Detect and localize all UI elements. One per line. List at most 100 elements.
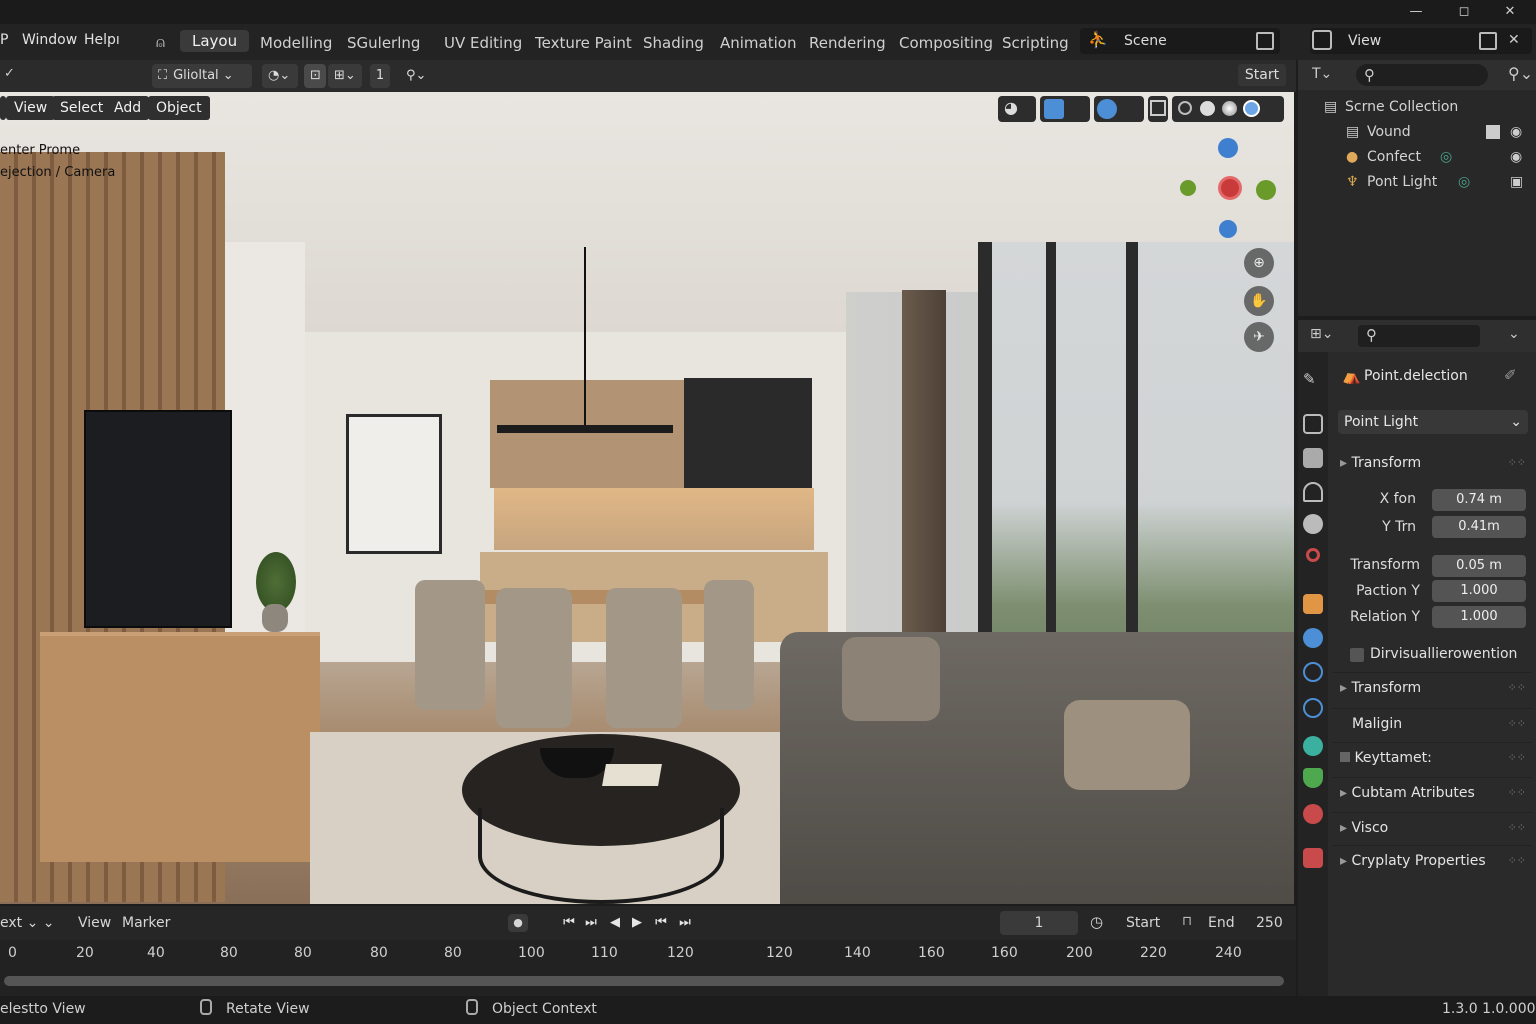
menu-window[interactable]: Window: [22, 32, 77, 48]
vp-menu-object[interactable]: Object: [148, 96, 210, 120]
snap-toggle[interactable]: ⊡: [304, 64, 326, 88]
view-layer-tab-icon[interactable]: [1303, 482, 1323, 502]
gizmo-y-axis[interactable]: [1256, 180, 1276, 200]
timeline-scrollbar[interactable]: [4, 976, 1284, 986]
tab-layout[interactable]: Layou: [180, 30, 250, 52]
jump-start-icon[interactable]: ⏮: [560, 914, 578, 932]
new-scene-icon[interactable]: [1256, 32, 1274, 50]
section-custom-properties[interactable]: ▸ Cryplaty Properties ⁘⁘: [1332, 845, 1532, 875]
prop-field-transform[interactable]: 0.05 m: [1432, 555, 1526, 577]
visibility-eye-icon[interactable]: ◉: [1510, 120, 1522, 145]
app-logo-icon[interactable]: ⁠P: [0, 32, 8, 48]
checkbox-icon[interactable]: [1340, 752, 1350, 762]
prop-field-relation[interactable]: 1.000: [1432, 606, 1526, 628]
render-tab-icon[interactable]: [1303, 414, 1323, 434]
tab-rendering[interactable]: Rendering: [807, 34, 888, 52]
outliner-row-pont-light[interactable]: ♆ Pont Light ◎ ▣: [1300, 170, 1534, 195]
scene-selector[interactable]: [1080, 28, 1280, 54]
tab-texture-paint[interactable]: Texture Paint: [533, 34, 634, 52]
scene-tab-icon[interactable]: [1303, 514, 1323, 534]
next-keyframe-icon[interactable]: ⏮: [652, 914, 670, 932]
checkbox-icon[interactable]: [1486, 125, 1500, 139]
section-custom-attributes[interactable]: ▸ Cubtam Atributes ⁘⁘: [1332, 777, 1532, 807]
tab-scripting[interactable]: Scripting: [1000, 34, 1071, 52]
pin-icon[interactable]: ✐: [1504, 366, 1517, 384]
start-button[interactable]: Start: [1238, 64, 1286, 86]
light-type-dropdown[interactable]: Point Light ⌄: [1338, 410, 1528, 434]
material-shading-icon[interactable]: [1222, 101, 1237, 116]
orientation-dropdown[interactable]: ⛶ Glioltal ⌄: [152, 64, 252, 88]
section-maligin[interactable]: Maligin ⁘⁘: [1332, 708, 1532, 738]
new-view-layer-icon[interactable]: [1479, 32, 1497, 50]
tool-tab-icon[interactable]: ✎: [1303, 370, 1323, 390]
prop-field-paction[interactable]: 1.000: [1432, 580, 1526, 602]
view-layer-selector[interactable]: [1310, 28, 1532, 54]
editor-type-icon[interactable]: ⊞⌄: [1310, 326, 1333, 342]
object-tab-icon[interactable]: [1303, 594, 1323, 614]
prev-keyframe-icon[interactable]: ⏭: [582, 914, 600, 932]
solid-shading-icon[interactable]: [1200, 101, 1215, 116]
timeline-area[interactable]: [0, 940, 1296, 996]
tab-shading[interactable]: Shading: [641, 34, 706, 52]
outliner-row-confect[interactable]: ● Confect ◎ ◉: [1300, 145, 1534, 170]
outliner-search[interactable]: [1356, 64, 1488, 86]
rendered-shading-icon[interactable]: [1243, 100, 1260, 117]
vp-menu-add[interactable]: Add: [106, 96, 150, 120]
filter-icon[interactable]: ⚲⌄: [1508, 64, 1533, 83]
pan-hand-icon[interactable]: ✋: [1244, 286, 1274, 316]
tab-sculpting[interactable]: SGulerlng: [345, 34, 422, 52]
texture-tab-icon[interactable]: [1303, 848, 1323, 868]
jump-end-icon[interactable]: ⏭: [676, 914, 694, 932]
minimize-button[interactable]: —: [1396, 2, 1436, 22]
outliner-row-vound[interactable]: ▤ Vound ◉: [1300, 120, 1534, 145]
data-tab-icon[interactable]: [1303, 768, 1323, 788]
3d-viewport[interactable]: [0, 92, 1294, 904]
wireframe-shading-icon[interactable]: [1178, 101, 1192, 115]
timeline-menu-view[interactable]: View: [78, 915, 111, 931]
modifier-tab-icon[interactable]: [1303, 628, 1323, 648]
zoom-icon[interactable]: ⊕: [1244, 248, 1274, 278]
outliner-row-scene-collection[interactable]: ▤ Scrne Collection: [1300, 95, 1534, 120]
pivot-dropdown[interactable]: ◔⌄: [262, 64, 298, 88]
close-button[interactable]: ✕: [1490, 2, 1530, 22]
particles-tab-icon[interactable]: [1303, 662, 1323, 682]
tab-uv-editing[interactable]: UV Editing: [442, 34, 524, 52]
vp-menu-view[interactable]: View: [6, 96, 56, 120]
auto-keying-icon[interactable]: ●: [508, 914, 528, 932]
preview-range-icon[interactable]: ◷: [1090, 913, 1103, 931]
remove-view-layer-icon[interactable]: ✕: [1508, 32, 1520, 48]
gizmo-x-axis[interactable]: [1218, 176, 1242, 200]
light-data-icon[interactable]: ◎: [1458, 170, 1470, 195]
play-icon[interactable]: ▶: [628, 914, 646, 932]
tab-animation[interactable]: Animation: [718, 34, 798, 52]
section-visco[interactable]: ▸ Visco ⁘⁘: [1332, 812, 1532, 842]
tab-modelling[interactable]: Modelling: [258, 34, 334, 52]
tab-compositing[interactable]: Compositing: [897, 34, 995, 52]
snap-dropdown[interactable]: ⊞⌄: [328, 64, 362, 88]
visibility-eye-icon[interactable]: ◉: [1510, 145, 1522, 170]
proportional-edit-icon[interactable]: ⚲⌄: [400, 64, 430, 88]
physics-tab-icon[interactable]: [1303, 698, 1323, 718]
section-keyframes[interactable]: Keyttamet: ⁘⁘: [1332, 742, 1532, 772]
world-tab-icon[interactable]: [1306, 548, 1320, 562]
play-reverse-icon[interactable]: ◀: [606, 914, 624, 932]
gizmo-neg-y-axis[interactable]: [1180, 180, 1196, 196]
prop-field-y[interactable]: 0.41m: [1432, 516, 1526, 538]
material-tab-icon[interactable]: [1303, 804, 1323, 824]
display-mode-icon[interactable]: T⌄: [1312, 66, 1332, 82]
maximize-button[interactable]: ◻: [1444, 2, 1484, 22]
camera-restrict-icon[interactable]: ▣: [1510, 170, 1523, 195]
end-frame-field[interactable]: 250: [1256, 915, 1283, 931]
snap-count[interactable]: 1: [370, 64, 390, 88]
menu-help[interactable]: Helpı: [84, 32, 120, 48]
vp-menu-select[interactable]: Select: [52, 96, 112, 120]
visualization-checkbox[interactable]: [1350, 648, 1364, 662]
timeline-menu-marker[interactable]: Marker: [122, 915, 170, 931]
mode-chevron-icon[interactable]: ✓: [4, 66, 15, 81]
current-frame-field[interactable]: 1: [1000, 911, 1078, 935]
section-transform[interactable]: ▸ Transform ⁘⁘: [1332, 448, 1532, 478]
timeline-mode-dropdown[interactable]: ext ⌄ ⌄: [0, 915, 55, 931]
output-tab-icon[interactable]: [1303, 448, 1323, 468]
prop-field-x[interactable]: 0.74 m: [1432, 489, 1526, 511]
camera-view-icon[interactable]: ✈: [1244, 322, 1274, 352]
